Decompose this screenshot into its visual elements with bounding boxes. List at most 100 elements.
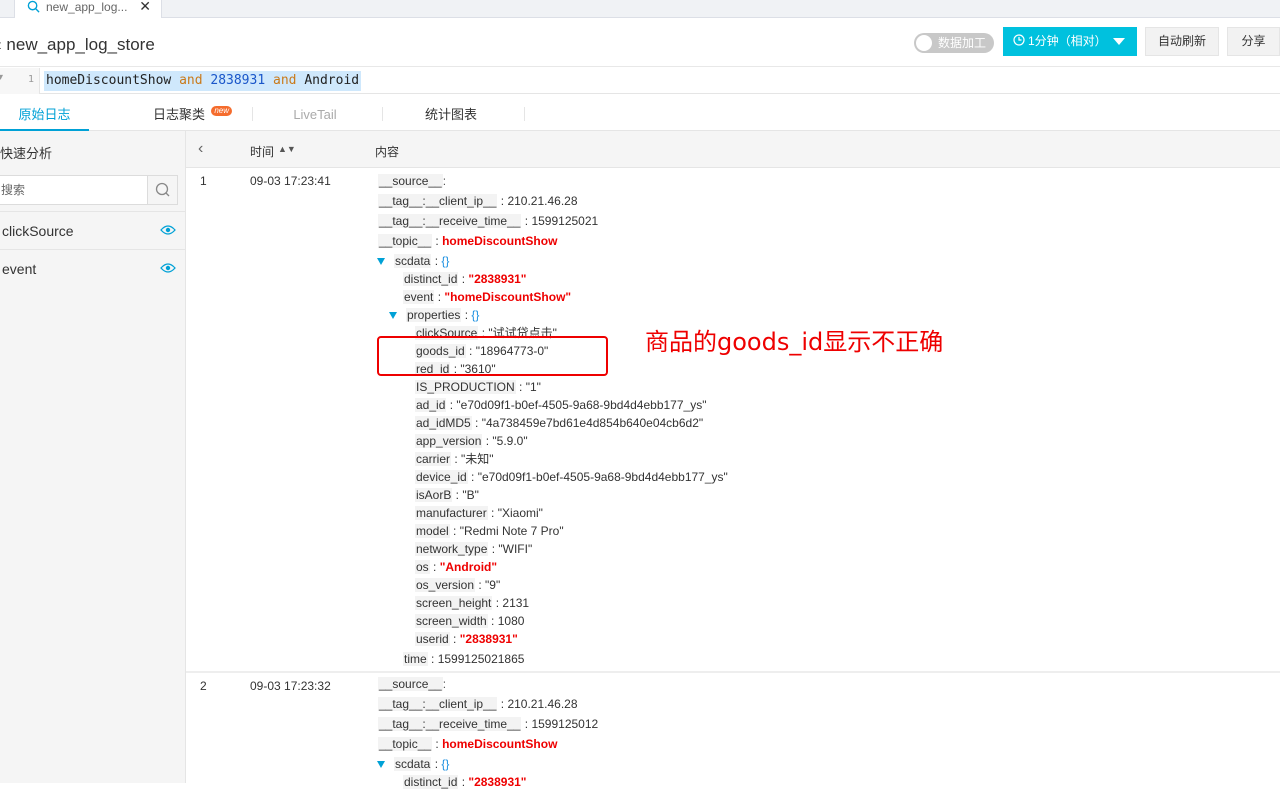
field-key[interactable]: __tag__:__receive_time__ [378,717,522,731]
sidebar-field-event[interactable]: event [0,249,186,287]
data-process-toggle[interactable]: 数据加工 [914,33,994,53]
field-key[interactable]: __tag__:__receive_time__ [378,214,522,228]
field-search [0,175,178,205]
field-key[interactable]: ad_idMD5 [415,416,472,430]
field-value[interactable]: "5.9.0" [492,434,527,448]
field-value[interactable]: 210.21.46.28 [507,194,577,208]
field-value[interactable]: "WIFI" [498,542,532,556]
field-key[interactable]: network_type [415,542,489,556]
expand-arrow-icon[interactable] [377,258,385,265]
field-key[interactable]: manufacturer [415,506,488,520]
search-input[interactable] [0,176,147,204]
field-key[interactable]: ad_id [415,398,447,412]
field-key[interactable]: IS_PRODUCTION [415,380,516,394]
field-key[interactable]: scdata [394,254,432,268]
field-value[interactable]: "2838931" [460,632,518,646]
line-number: 1 [28,74,35,85]
search-icon [155,182,170,197]
fold-icon[interactable]: ▾ [0,72,3,83]
field-value[interactable]: 1080 [498,614,525,628]
field-key[interactable]: os [415,560,430,574]
auto-refresh-button[interactable]: 自动刷新 [1145,27,1219,56]
field-key[interactable]: time [403,652,428,666]
property-field: screen_height : 2131 [415,596,530,610]
field-key[interactable]: __tag__:__client_ip__ [378,697,498,711]
log-field: scdata : {} [394,254,450,268]
field-key[interactable]: __topic__ [378,234,433,248]
field-value[interactable]: "4a738459e7bd61e4d854b640e04cb6d2" [482,416,703,430]
field-value[interactable]: "e70d09f1-b0ef-4505-9a68-9bd4d4ebb177_ys… [456,398,706,412]
tab-log-cluster[interactable]: 日志聚类 new [150,95,232,131]
new-badge: new [211,106,232,116]
field-key[interactable]: event [403,290,435,304]
search-button[interactable] [147,176,177,204]
field-key[interactable]: userid [415,632,450,646]
field-key[interactable]: distinct_id [403,272,459,286]
field-key[interactable]: __tag__:__client_ip__ [378,194,498,208]
field-value: : [442,677,447,691]
log-table-header: ‹ 时间 ▲▼ 内容 [186,131,1280,168]
field-key[interactable]: scdata [394,757,432,771]
expand-arrow-icon[interactable] [377,761,385,768]
sort-icon[interactable]: ▲▼ [278,144,296,154]
field-key[interactable]: device_id [415,470,468,484]
log-field: time : 1599125021865 [403,652,525,666]
field-value[interactable]: "2838931" [468,775,526,789]
field-key[interactable]: __topic__ [378,737,433,751]
field-value[interactable]: "1" [526,380,541,394]
close-icon[interactable]: ✕ [139,0,151,15]
sidebar-field-clicksource[interactable]: clickSource [0,211,186,249]
expand-arrow-icon[interactable] [389,312,397,319]
row-index: 2 [200,679,207,693]
column-time[interactable]: 时间 [250,143,274,160]
field-key[interactable]: screen_width [415,614,488,628]
field-value[interactable]: 1599125021 [531,214,598,228]
property-field: carrier : "未知" [415,452,494,466]
row-time: 09-03 17:23:32 [250,679,331,693]
field-value[interactable]: 1599125021865 [438,652,525,666]
property-field: app_version : "5.9.0" [415,434,528,448]
field-value[interactable]: "Android" [440,560,497,574]
log-field: __tag__:__client_ip__ : 210.21.46.28 [378,697,578,711]
property-field: screen_width : 1080 [415,614,525,628]
field-value: {} [471,308,480,322]
field-key[interactable]: app_version [415,434,483,448]
field-key[interactable]: properties [406,308,462,322]
eye-icon[interactable] [160,262,176,274]
field-key[interactable]: isAorB [415,488,453,502]
field-value[interactable]: "2838931" [468,272,526,286]
tab-raw-logs[interactable]: 原始日志 [0,95,89,131]
field-value[interactable]: "未知" [461,452,494,466]
share-button[interactable]: 分享 [1227,27,1280,56]
field-value[interactable]: 2131 [502,596,529,610]
field-key[interactable]: carrier [415,452,452,466]
field-key[interactable]: __source__ [378,174,443,188]
back-icon[interactable]: ‹ [0,35,2,54]
field-key[interactable]: model [415,524,450,538]
collapse-sidebar-icon[interactable]: ‹ [198,140,203,158]
field-value[interactable]: "Xiaomi" [498,506,543,520]
tab-charts[interactable]: 统计图表 [420,95,482,131]
field-key[interactable]: __source__ [378,677,443,691]
field-label: clickSource [2,223,74,239]
tab-livetail[interactable]: LiveTail [287,95,343,131]
property-field: model : "Redmi Note 7 Pro" [415,524,564,538]
field-key[interactable]: distinct_id [403,775,459,789]
field-value[interactable]: "9" [485,578,500,592]
time-range-button[interactable]: 1分钟（相对） [1003,27,1137,56]
field-key[interactable]: screen_height [415,596,493,610]
eye-icon[interactable] [160,224,176,236]
field-value[interactable]: "e70d09f1-b0ef-4505-9a68-9bd4d4ebb177_ys… [478,470,728,484]
field-value[interactable]: "B" [462,488,479,502]
field-key[interactable]: os_version [415,578,476,592]
field-value[interactable]: homeDiscountShow [442,234,557,248]
field-value[interactable]: "homeDiscountShow" [444,290,571,304]
field-value[interactable]: 1599125012 [531,717,598,731]
field-value[interactable]: homeDiscountShow [442,737,557,751]
tab-new-app-log[interactable]: new_app_log... ✕ [14,0,162,18]
field-value[interactable]: 210.21.46.28 [507,697,577,711]
property-field: os : "Android" [415,560,498,574]
query-text[interactable]: homeDiscountShow and 2838931 and Android [44,71,362,91]
query-editor[interactable]: ▾ 1 homeDiscountShow and 2838931 and And… [0,68,1280,94]
field-value[interactable]: "Redmi Note 7 Pro" [460,524,564,538]
